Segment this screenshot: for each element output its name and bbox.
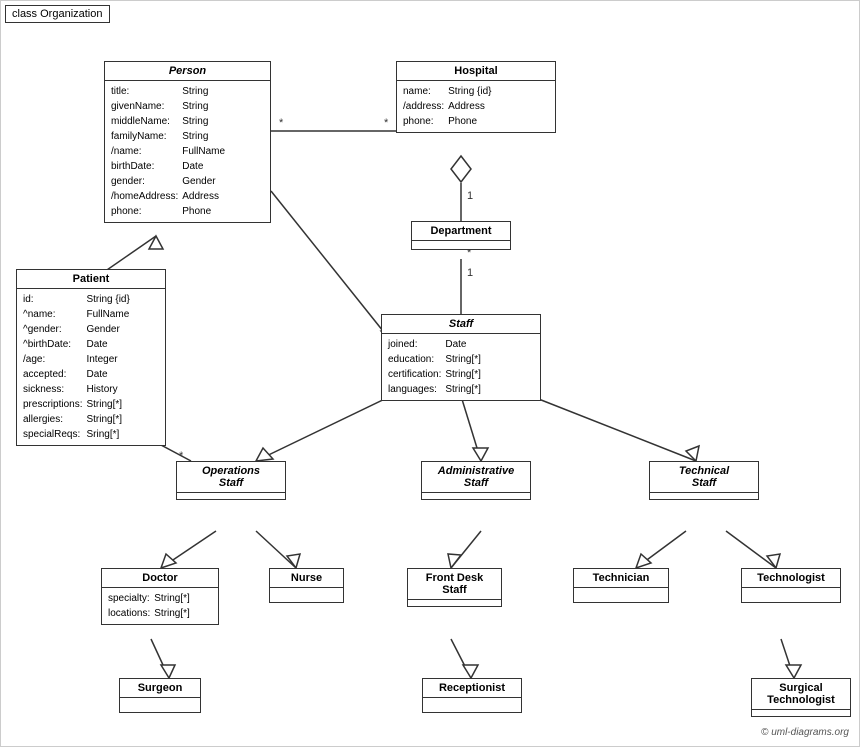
hospital-title: Hospital	[397, 62, 555, 81]
department-title: Department	[412, 222, 510, 241]
person-body: title:String givenName:String middleName…	[105, 81, 270, 222]
diagram-container: class Organization * * 1 * 1 *	[0, 0, 860, 747]
technician-title: Technician	[574, 569, 668, 588]
operations-staff-class: OperationsStaff	[176, 461, 286, 500]
nurse-class: Nurse	[269, 568, 344, 603]
technologist-body	[742, 588, 840, 602]
surgeon-body	[120, 698, 200, 712]
technologist-class: Technologist	[741, 568, 841, 603]
frame-label: class Organization	[5, 5, 110, 23]
nurse-body	[270, 588, 343, 602]
svg-text:*: *	[384, 117, 389, 129]
administrative-staff-title: AdministrativeStaff	[422, 462, 530, 493]
department-class: Department	[411, 221, 511, 250]
receptionist-class: Receptionist	[422, 678, 522, 713]
surgeon-title: Surgeon	[120, 679, 200, 698]
receptionist-title: Receptionist	[423, 679, 521, 698]
hospital-class: Hospital name:String {id} /address:Addre…	[396, 61, 556, 133]
svg-text:1: 1	[467, 267, 473, 279]
front-desk-staff-body	[408, 600, 501, 606]
person-title: Person	[105, 62, 270, 81]
surgeon-class: Surgeon	[119, 678, 201, 713]
staff-title: Staff	[382, 315, 540, 334]
svg-text:*: *	[279, 117, 284, 129]
copyright: © uml-diagrams.org	[761, 727, 849, 738]
staff-body: joined:Date education:String[*] certific…	[382, 334, 540, 400]
receptionist-body	[423, 698, 521, 712]
front-desk-staff-title: Front DeskStaff	[408, 569, 501, 600]
nurse-title: Nurse	[270, 569, 343, 588]
patient-class: Patient id:String {id} ^name:FullName ^g…	[16, 269, 166, 446]
front-desk-staff-class: Front DeskStaff	[407, 568, 502, 607]
surgical-technologist-title: SurgicalTechnologist	[752, 679, 850, 710]
hospital-body: name:String {id} /address:Address phone:…	[397, 81, 555, 132]
technician-class: Technician	[573, 568, 669, 603]
administrative-staff-class: AdministrativeStaff	[421, 461, 531, 500]
technical-staff-class: TechnicalStaff	[649, 461, 759, 500]
surgical-technologist-class: SurgicalTechnologist	[751, 678, 851, 717]
department-body	[412, 241, 510, 249]
svg-text:1: 1	[467, 190, 473, 202]
technologist-title: Technologist	[742, 569, 840, 588]
person-class: Person title:String givenName:String mid…	[104, 61, 271, 223]
doctor-body: specialty:String[*] locations:String[*]	[102, 588, 218, 624]
patient-title: Patient	[17, 270, 165, 289]
technician-body	[574, 588, 668, 602]
surgical-technologist-body	[752, 710, 850, 716]
technical-staff-title: TechnicalStaff	[650, 462, 758, 493]
doctor-class: Doctor specialty:String[*] locations:Str…	[101, 568, 219, 625]
operations-staff-title: OperationsStaff	[177, 462, 285, 493]
staff-class: Staff joined:Date education:String[*] ce…	[381, 314, 541, 401]
doctor-title: Doctor	[102, 569, 218, 588]
administrative-staff-body	[422, 493, 530, 499]
operations-staff-body	[177, 493, 285, 499]
patient-body: id:String {id} ^name:FullName ^gender:Ge…	[17, 289, 165, 445]
technical-staff-body	[650, 493, 758, 499]
